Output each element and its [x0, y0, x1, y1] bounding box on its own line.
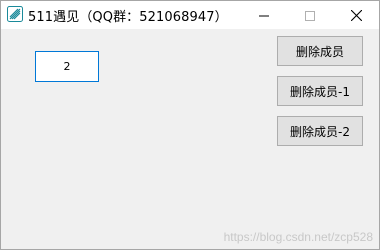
- close-icon: [350, 6, 362, 25]
- window-title: 511遇见（QQ群：521068947）: [28, 10, 228, 25]
- delete-member-1-button[interactable]: 删除成员-1: [277, 76, 363, 106]
- member-count-field[interactable]: 2: [35, 51, 99, 82]
- app-logo-icon: [7, 6, 23, 22]
- minimize-icon: [259, 6, 269, 25]
- close-button[interactable]: [333, 1, 379, 29]
- delete-member-2-button[interactable]: 删除成员-2: [277, 116, 363, 146]
- delete-member-2-label: 删除成员-2: [290, 124, 350, 139]
- maximize-icon: [305, 6, 315, 25]
- delete-member-label: 删除成员: [295, 44, 344, 59]
- member-count-value: 2: [63, 60, 71, 73]
- maximize-button[interactable]: [287, 1, 333, 29]
- delete-member-1-label: 删除成员-1: [290, 84, 350, 99]
- title-bar[interactable]: 511遇见（QQ群：521068947）: [1, 1, 379, 29]
- watermark-text: https://blog.csdn.net/zcp528: [223, 230, 373, 244]
- delete-member-button[interactable]: 删除成员: [277, 36, 363, 66]
- minimize-button[interactable]: [241, 1, 287, 29]
- application-window: 511遇见（QQ群：521068947） 2 删除成员 删除成员-1 删除成员-…: [0, 0, 380, 250]
- client-area: 2 删除成员 删除成员-1 删除成员-2 https://blog.csdn.n…: [1, 29, 379, 249]
